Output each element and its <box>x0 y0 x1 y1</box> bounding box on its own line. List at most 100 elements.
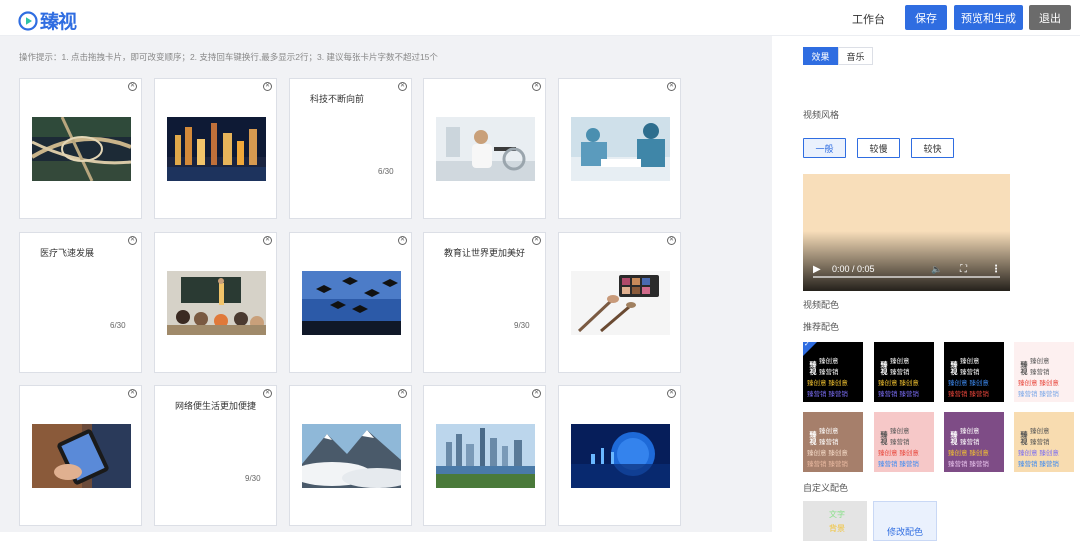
card-9[interactable]: ✕ 教育让世界更加美好 9/30 <box>423 232 546 373</box>
card-editor-area: 操作提示：1. 点击拖拽卡片，即可改变顺序；2. 支持回车键换行,最多显示2行；… <box>0 36 772 532</box>
card-13[interactable]: ✕ <box>289 385 412 526</box>
card-close-icon[interactable]: ✕ <box>263 236 272 245</box>
card-close-icon[interactable]: ✕ <box>398 82 407 91</box>
card-close-icon[interactable]: ✕ <box>128 236 137 245</box>
card-8[interactable]: ✕ <box>289 232 412 373</box>
edit-color-button[interactable]: 修改配色 <box>873 501 937 541</box>
tab-music[interactable]: 音乐 <box>838 47 873 65</box>
swatch-line: 臻营销 臻营销 <box>807 461 848 468</box>
swatch-line: 臻营销 <box>819 439 839 446</box>
card-caption[interactable]: 教育让世界更加美好 <box>444 246 525 259</box>
card-image-graduation <box>302 271 401 335</box>
color-swatch-2[interactable]: 臻视 臻创意 臻营销 臻创意 臻创意 臻营销 臻营销 <box>874 342 934 402</box>
fullscreen-icon[interactable]: ⛶ <box>960 264 967 275</box>
swatch-line: 臻创意 臻创意 <box>807 450 848 457</box>
speed-fast-button[interactable]: 较快 <box>911 138 954 158</box>
color-swatch-7[interactable]: 臻视 臻创意 臻营销 臻创意 臻创意 臻营销 臻营销 <box>944 412 1004 472</box>
swatch-line: 臻营销 <box>819 369 839 376</box>
swatch-line: 臻营销 臻营销 <box>807 391 848 398</box>
card-close-icon[interactable]: ✕ <box>532 82 541 91</box>
color-swatch-6[interactable]: 臻视 臻创意 臻营销 臻创意 臻创意 臻营销 臻营销 <box>874 412 934 472</box>
card-caption[interactable]: 医疗飞速发展 <box>40 246 94 259</box>
card-15[interactable]: ✕ <box>558 385 681 526</box>
card-12[interactable]: ✕ 网络便生活更加便捷 9/30 <box>154 385 277 526</box>
more-options-icon[interactable]: ⋮ <box>991 264 1001 275</box>
swatch-line: 臻营销 <box>890 439 910 446</box>
card-6[interactable]: ✕ 医疗飞速发展 6/30 <box>19 232 142 373</box>
video-color-label: 视频配色 <box>803 300 840 310</box>
brand-logo[interactable]: 臻视 <box>18 7 77 34</box>
card-caption[interactable]: 科技不断向前 <box>310 92 364 105</box>
preview-generate-button[interactable]: 预览和生成 <box>954 5 1023 30</box>
card-caption[interactable]: 网络便生活更加便捷 <box>175 399 256 412</box>
card-image-waterfront-city <box>436 424 535 488</box>
card-image-smartphone <box>32 424 131 488</box>
custom-text-color-label: 文字 <box>829 510 845 519</box>
color-swatch-5[interactable]: 臻视 臻创意 臻营销 臻创意 臻创意 臻营销 臻营销 <box>803 412 863 472</box>
card-close-icon[interactable]: ✕ <box>128 389 137 398</box>
card-close-icon[interactable]: ✕ <box>263 82 272 91</box>
video-style-label: 视频风格 <box>803 110 840 120</box>
swatch-line: 臻营销 <box>960 439 980 446</box>
custom-color-preview[interactable]: 文字 背景 <box>803 501 867 541</box>
swatch-vertical-text: 臻视 <box>880 361 887 375</box>
swatch-line: 臻营销 <box>1030 439 1050 446</box>
tab-effect[interactable]: 效果 <box>803 47 838 65</box>
play-logo-icon <box>18 10 38 31</box>
card-close-icon[interactable]: ✕ <box>398 389 407 398</box>
swatch-line: 臻营销 臻营销 <box>1018 391 1059 398</box>
play-icon[interactable]: ▶ <box>813 264 821 275</box>
color-swatch-3[interactable]: 臻视 臻创意 臻营销 臻创意 臻创意 臻营销 臻营销 <box>944 342 1004 402</box>
swatch-line: 臻营销 臻营销 <box>1018 461 1059 468</box>
card-image-city-night <box>167 117 266 181</box>
save-button[interactable]: 保存 <box>905 5 947 30</box>
video-progress-bar[interactable] <box>813 276 1000 278</box>
card-2[interactable]: ✕ <box>154 78 277 219</box>
card-close-icon[interactable]: ✕ <box>532 236 541 245</box>
card-image-makeup <box>571 271 670 335</box>
card-char-count: 9/30 <box>245 474 261 483</box>
swatch-line: 臻创意 <box>890 358 910 365</box>
swatch-line: 臻创意 <box>960 428 980 435</box>
card-close-icon[interactable]: ✕ <box>667 236 676 245</box>
speed-normal-button[interactable]: 一般 <box>803 138 846 158</box>
swatch-line: 臻创意 <box>1030 428 1050 435</box>
color-swatch-4[interactable]: 臻视 臻创意臻营销臻创意 臻创意 臻营销 臻营销 <box>1014 342 1074 402</box>
card-close-icon[interactable]: ✕ <box>667 389 676 398</box>
card-char-count: 6/30 <box>378 167 394 176</box>
panel-tabs: 效果 音乐 <box>803 47 873 65</box>
speed-slow-button[interactable]: 较慢 <box>857 138 900 158</box>
color-swatch-1[interactable]: 臻视 臻创意 臻营销 臻创意 臻创意 臻营销 臻营销 ✓ <box>803 342 863 402</box>
card-close-icon[interactable]: ✕ <box>128 82 137 91</box>
card-7[interactable]: ✕ <box>154 232 277 373</box>
card-close-icon[interactable]: ✕ <box>532 389 541 398</box>
volume-icon[interactable]: 🔈 <box>931 264 942 275</box>
exit-button[interactable]: 退出 <box>1029 5 1071 30</box>
workspace-link[interactable]: 工作台 <box>852 11 885 27</box>
card-4[interactable]: ✕ <box>423 78 546 219</box>
swatch-line: 臻创意 <box>1030 358 1050 365</box>
custom-color-label: 自定义配色 <box>803 483 849 493</box>
swatch-line: 臻创意 臻创意 <box>1018 380 1059 387</box>
color-swatch-8[interactable]: 臻视 臻创意 臻营销 臻创意 臻创意 臻营销 臻营销 <box>1014 412 1074 472</box>
swatch-line: 臻营销 臻营销 <box>878 391 919 398</box>
swatch-line: 臻创意 <box>890 428 910 435</box>
card-close-icon[interactable]: ✕ <box>398 236 407 245</box>
swatch-line: 臻创意 <box>960 358 980 365</box>
video-preview-player[interactable]: ▶ 0:00 / 0:05 🔈 ⛶ ⋮ <box>803 174 1010 291</box>
card-3[interactable]: ✕ 科技不断向前 6/30 <box>289 78 412 219</box>
swatch-line: 臻营销 <box>1030 369 1050 376</box>
swatch-vertical-text: 臻视 <box>809 431 816 445</box>
card-10[interactable]: ✕ <box>558 232 681 373</box>
card-14[interactable]: ✕ <box>423 385 546 526</box>
card-image-digital-globe <box>571 424 670 488</box>
logo-text: 臻视 <box>40 11 77 33</box>
swatch-vertical-text: 臻视 <box>1020 361 1027 375</box>
swatch-line: 臻创意 臻创意 <box>948 380 989 387</box>
card-11[interactable]: ✕ <box>19 385 142 526</box>
swatch-vertical-text: 臻视 <box>950 431 957 445</box>
card-close-icon[interactable]: ✕ <box>263 389 272 398</box>
card-1[interactable]: ✕ <box>19 78 142 219</box>
card-close-icon[interactable]: ✕ <box>667 82 676 91</box>
card-5[interactable]: ✕ <box>558 78 681 219</box>
